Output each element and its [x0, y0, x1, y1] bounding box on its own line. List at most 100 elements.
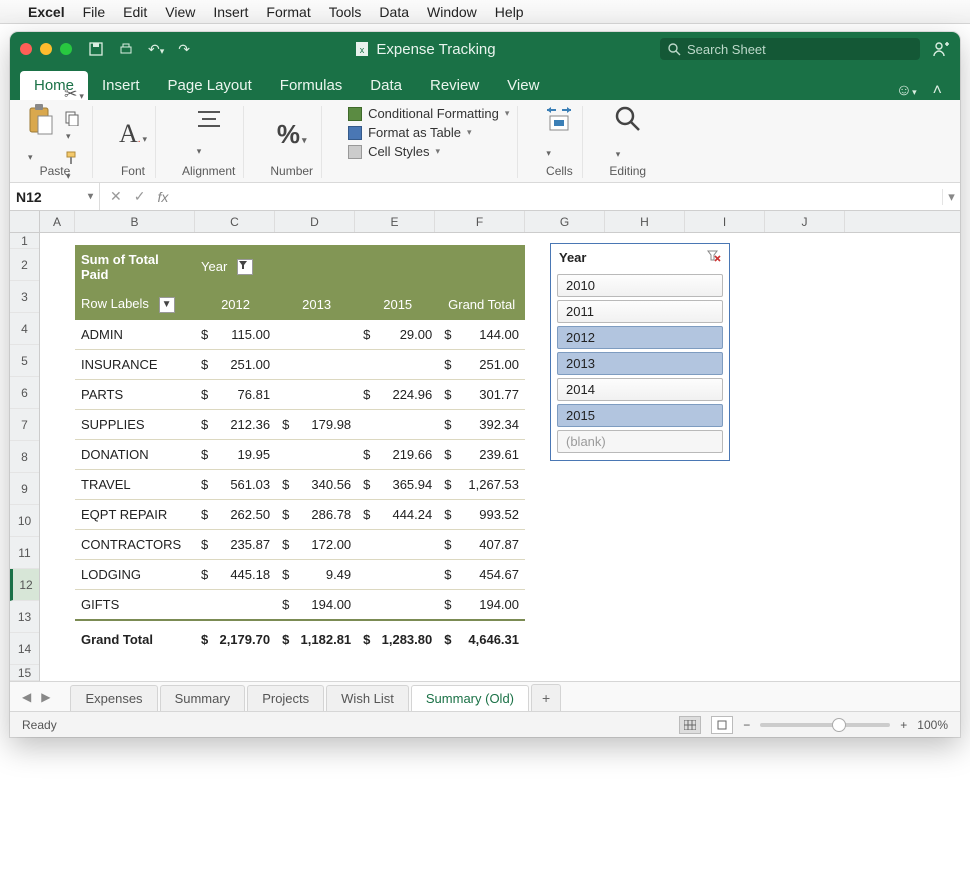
copy-icon[interactable]: [64, 110, 84, 144]
pivot-cell[interactable]: 251.00: [438, 349, 525, 379]
pivot-cell[interactable]: 19.95: [195, 439, 276, 469]
expand-formula-bar-icon[interactable]: ▾: [942, 189, 960, 205]
pivot-cell[interactable]: 224.96: [357, 379, 438, 409]
row-header[interactable]: 14: [10, 633, 39, 665]
pivot-row-label[interactable]: TRAVEL: [75, 469, 195, 499]
tab-review[interactable]: Review: [416, 71, 493, 100]
pivot-cell[interactable]: 365.94: [357, 469, 438, 499]
pivot-cell[interactable]: 340.56: [276, 469, 357, 499]
row-header[interactable]: 6: [10, 377, 39, 409]
cells-icon[interactable]: [544, 106, 574, 163]
pivot-cell[interactable]: [276, 320, 357, 350]
pivot-cell[interactable]: 76.81: [195, 379, 276, 409]
menu-window[interactable]: Window: [427, 4, 477, 20]
pivot-cell[interactable]: [195, 589, 276, 620]
pivot-cell[interactable]: [357, 409, 438, 439]
undo-icon[interactable]: ↶▾: [148, 41, 164, 58]
add-sheet-button[interactable]: +: [531, 684, 561, 711]
number-icon[interactable]: %: [277, 119, 307, 150]
sheet-tab-summary[interactable]: Summary: [160, 685, 246, 711]
menu-view[interactable]: View: [165, 4, 195, 20]
formula-input[interactable]: [184, 183, 942, 210]
row-header[interactable]: 1: [10, 233, 39, 249]
col-header-b[interactable]: B: [75, 211, 195, 232]
menu-insert[interactable]: Insert: [213, 4, 248, 20]
pivot-cell[interactable]: 235.87: [195, 529, 276, 559]
row-header[interactable]: 13: [10, 601, 39, 633]
normal-view-icon[interactable]: [679, 716, 701, 734]
row-header[interactable]: 2: [10, 249, 39, 281]
slicer-item[interactable]: 2011: [557, 300, 723, 323]
col-header-f[interactable]: F: [435, 211, 525, 232]
cancel-formula-icon[interactable]: ✕: [110, 188, 122, 205]
sheet-nav-next-icon[interactable]: ▶: [37, 690, 54, 704]
tab-page-layout[interactable]: Page Layout: [154, 71, 266, 100]
row-header[interactable]: 15: [10, 665, 39, 681]
tab-insert[interactable]: Insert: [88, 71, 154, 100]
slicer-item[interactable]: (blank): [557, 430, 723, 453]
pivot-row-label[interactable]: ADMIN: [75, 320, 195, 350]
tab-data[interactable]: Data: [356, 71, 416, 100]
zoom-out-button[interactable]: −: [743, 718, 750, 732]
pivot-cell[interactable]: [276, 439, 357, 469]
sheet-tab-projects[interactable]: Projects: [247, 685, 324, 711]
menu-format[interactable]: Format: [266, 4, 310, 20]
pivot-cell[interactable]: 444.24: [357, 499, 438, 529]
pivot-cell[interactable]: 239.61: [438, 439, 525, 469]
redo-icon[interactable]: ↷: [178, 41, 190, 58]
pivot-cell[interactable]: 561.03: [195, 469, 276, 499]
col-header-e[interactable]: E: [355, 211, 435, 232]
col-header-a[interactable]: A: [40, 211, 75, 232]
pivot-cell[interactable]: 194.00: [438, 589, 525, 620]
pivot-cell[interactable]: 29.00: [357, 320, 438, 350]
column-headers[interactable]: A B C D E F G H I J: [40, 211, 960, 233]
slicer-item[interactable]: 2012: [557, 326, 723, 349]
menu-data[interactable]: Data: [379, 4, 409, 20]
pivot-cell[interactable]: [276, 349, 357, 379]
menu-help[interactable]: Help: [495, 4, 524, 20]
pivot-table[interactable]: Sum of Total Paid Year Row Labels ▼ 2012…: [75, 245, 525, 654]
col-header-i[interactable]: I: [685, 211, 765, 232]
pivot-cell[interactable]: 407.87: [438, 529, 525, 559]
menu-file[interactable]: File: [83, 4, 106, 20]
tab-view[interactable]: View: [493, 71, 553, 100]
pivot-row-label[interactable]: DONATION: [75, 439, 195, 469]
pivot-row-label[interactable]: CONTRACTORS: [75, 529, 195, 559]
zoom-level[interactable]: 100%: [917, 718, 948, 732]
pivot-cell[interactable]: [276, 379, 357, 409]
row-header[interactable]: 3: [10, 281, 39, 313]
pivot-row-label[interactable]: PARTS: [75, 379, 195, 409]
pivot-cell[interactable]: 172.00: [276, 529, 357, 559]
pivot-cell[interactable]: 194.00: [276, 589, 357, 620]
pivot-row-label[interactable]: LODGING: [75, 559, 195, 589]
sheet-tab-expenses[interactable]: Expenses: [70, 685, 157, 711]
pivot-cell[interactable]: 301.77: [438, 379, 525, 409]
pivot-cell[interactable]: 251.00: [195, 349, 276, 379]
pivot-cell[interactable]: 445.18: [195, 559, 276, 589]
row-header[interactable]: 11: [10, 537, 39, 569]
pivot-cell[interactable]: [357, 589, 438, 620]
zoom-in-button[interactable]: +: [900, 718, 907, 732]
collapse-ribbon-icon[interactable]: ˄: [925, 82, 950, 100]
slicer-item[interactable]: 2013: [557, 352, 723, 375]
enter-formula-icon[interactable]: ✓: [134, 188, 146, 205]
pivot-cell[interactable]: [357, 559, 438, 589]
save-icon[interactable]: [88, 41, 104, 58]
row-header[interactable]: 8: [10, 441, 39, 473]
page-layout-view-icon[interactable]: [711, 716, 733, 734]
format-as-table-button[interactable]: Format as Table▾: [348, 125, 509, 140]
row-header[interactable]: 5: [10, 345, 39, 377]
emoji-icon[interactable]: ☺▾: [888, 82, 925, 100]
pivot-cell[interactable]: 1,267.53: [438, 469, 525, 499]
pivot-cell[interactable]: 179.98: [276, 409, 357, 439]
menu-edit[interactable]: Edit: [123, 4, 147, 20]
row-header[interactable]: 12: [10, 569, 39, 601]
alignment-icon[interactable]: [195, 108, 223, 161]
worksheet-grid[interactable]: A B C D E F G H I J 1 2 3 4 5 6 7 8 9 10…: [10, 211, 960, 681]
minimize-window-button[interactable]: [40, 43, 52, 55]
col-header-d[interactable]: D: [275, 211, 355, 232]
pivot-cell[interactable]: 212.36: [195, 409, 276, 439]
pivot-cell[interactable]: 219.66: [357, 439, 438, 469]
select-all-triangle[interactable]: [10, 211, 40, 233]
pivot-row-label[interactable]: EQPT REPAIR: [75, 499, 195, 529]
